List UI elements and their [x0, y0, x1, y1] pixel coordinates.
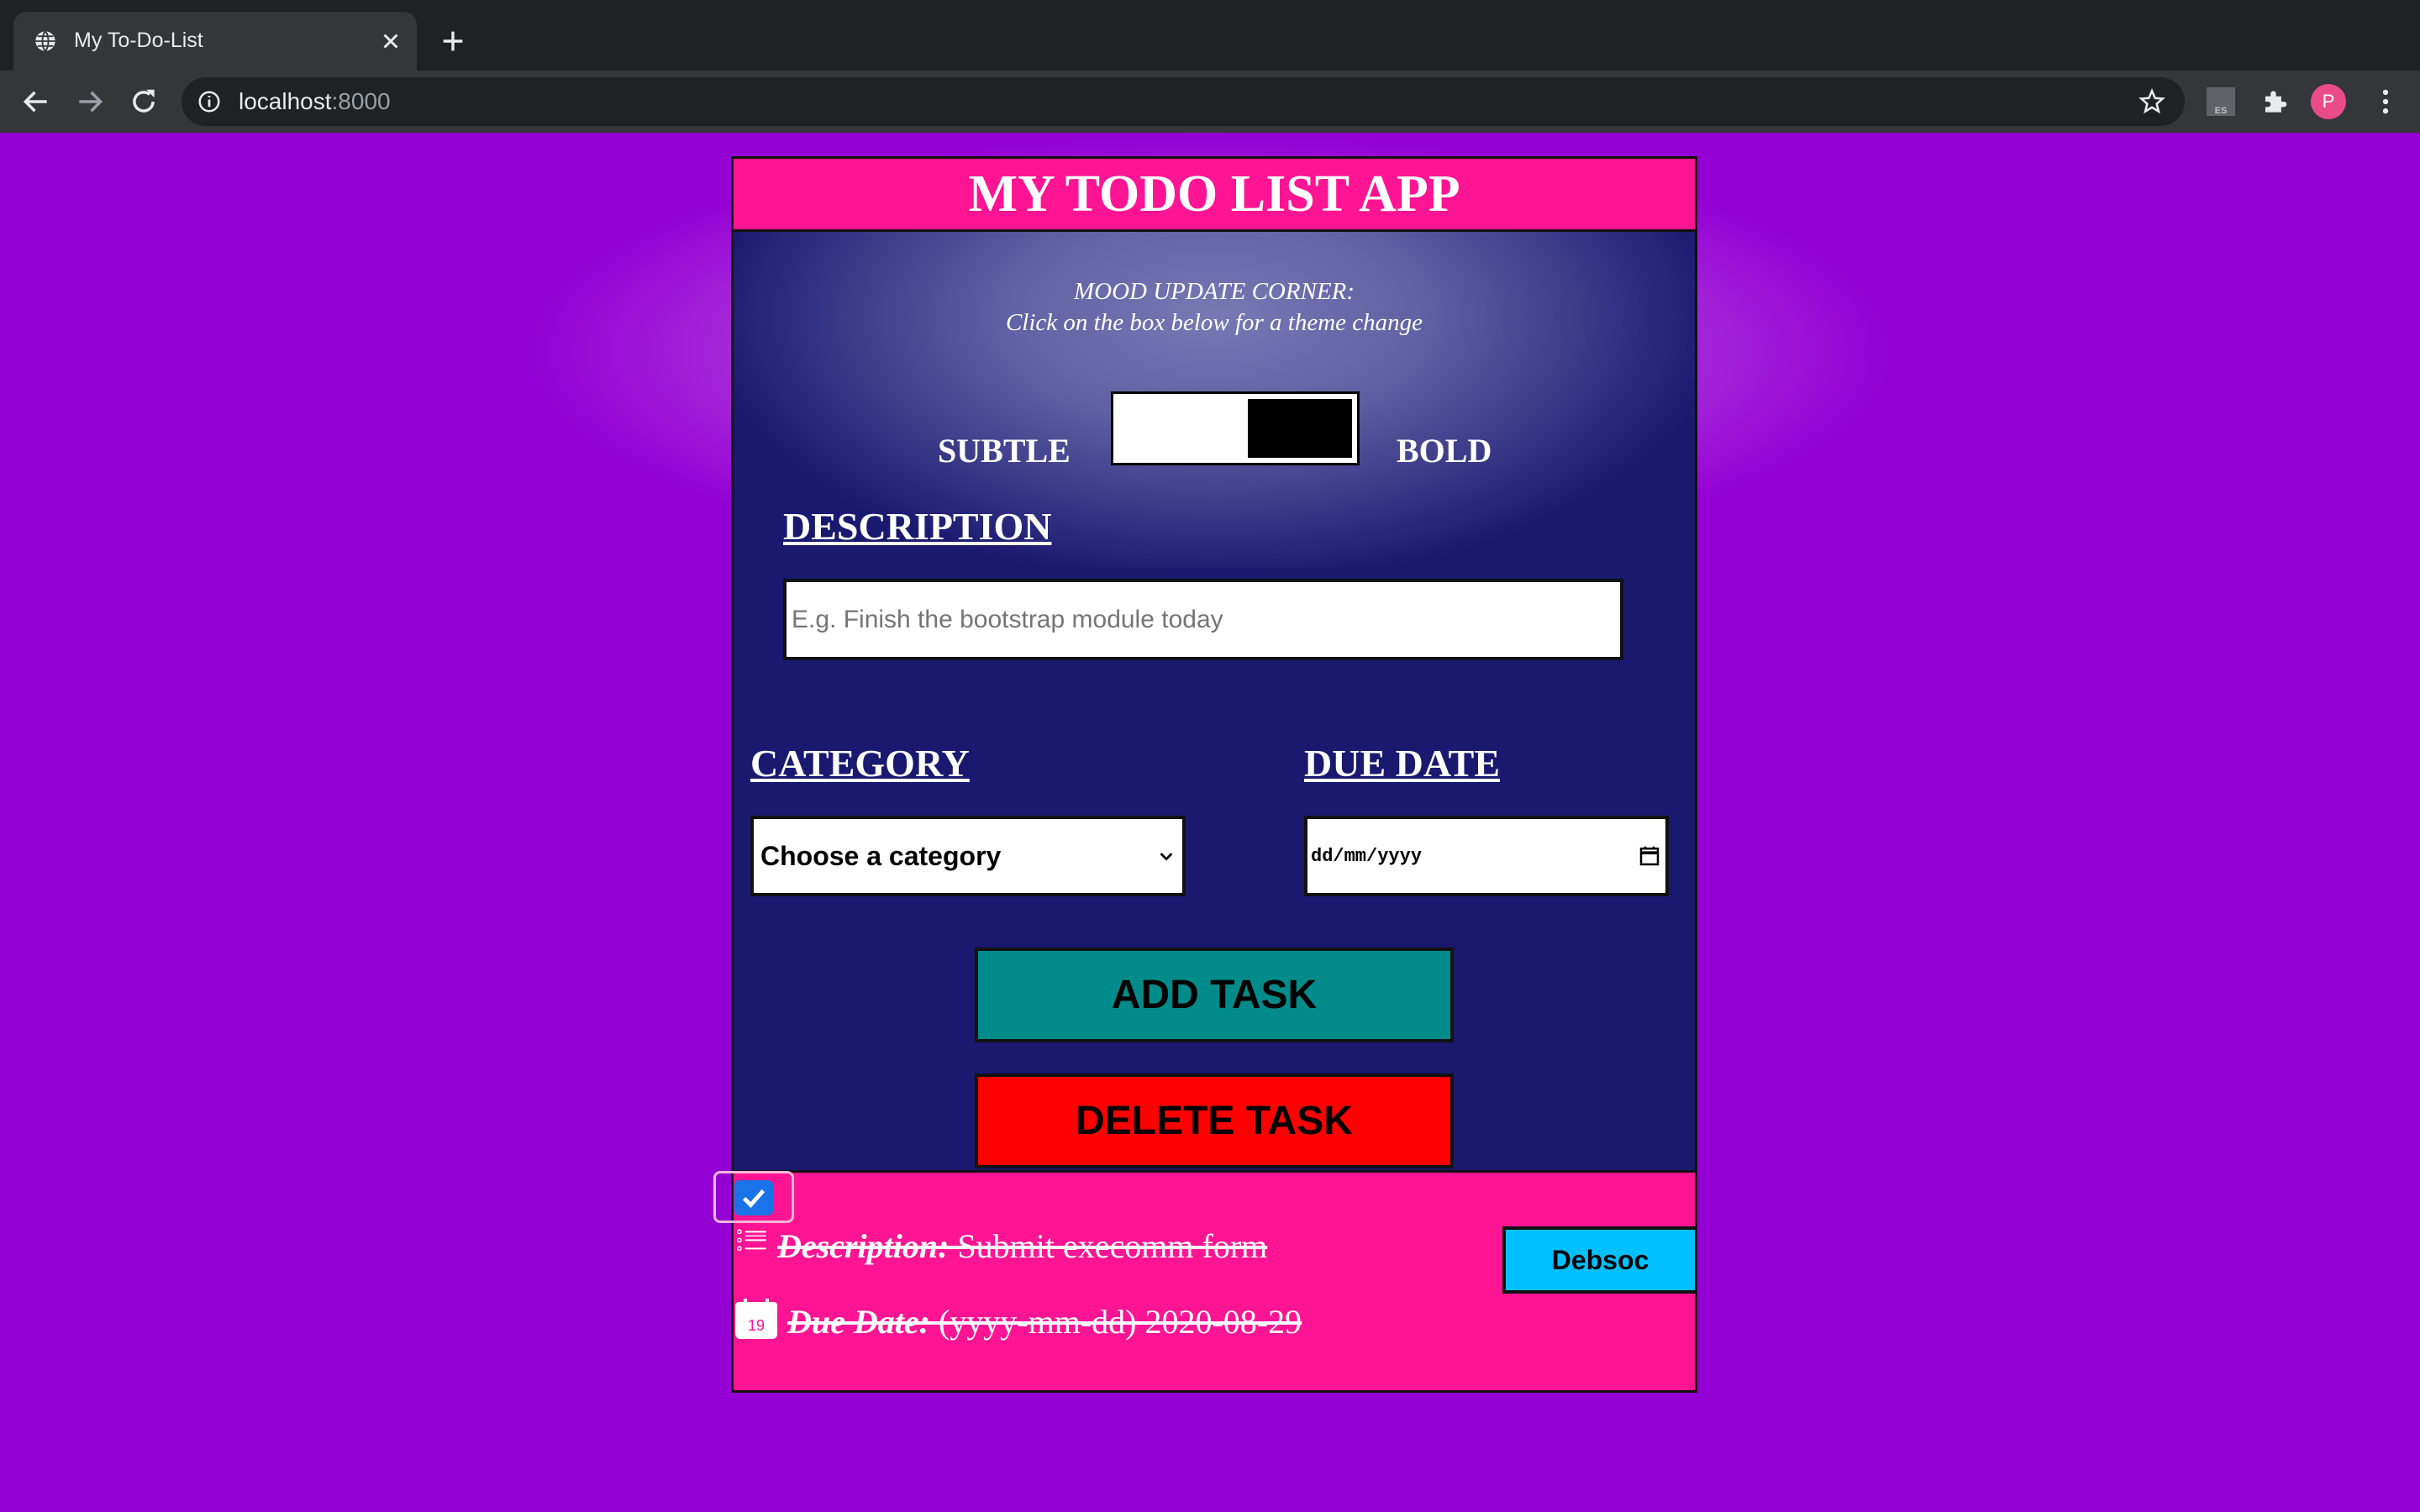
- browser-tab-strip: My To-Do-List: [0, 0, 2420, 71]
- description-input[interactable]: [783, 579, 1623, 660]
- list-icon: [737, 1229, 766, 1252]
- delete-task-button[interactable]: DELETE TASK: [975, 1074, 1454, 1168]
- task-category-badge: Debsoc: [1502, 1226, 1695, 1294]
- due-date-placeholder: dd/mm/yyyy: [1311, 845, 1423, 867]
- calendar-day-number: 19: [748, 1317, 765, 1334]
- toggle-knob[interactable]: [1248, 399, 1352, 458]
- task-due-label: Due Date:: [787, 1303, 930, 1341]
- tab-title: My To-Do-List: [74, 29, 203, 52]
- task-description-value: Submit execomm form: [957, 1227, 1268, 1265]
- calendar-picker-icon[interactable]: [1637, 843, 1662, 869]
- star-icon[interactable]: [2138, 87, 2166, 116]
- info-icon[interactable]: [197, 89, 222, 114]
- theme-subtle-label: SUBTLE: [938, 432, 1071, 470]
- mood-title: MOOD UPDATE CORNER:: [1074, 278, 1355, 305]
- browser-toolbar: localhost:8000 ES P: [0, 71, 2420, 133]
- task-checkbox-focus-ring[interactable]: [713, 1171, 794, 1223]
- checkmark-icon: [742, 1189, 765, 1209]
- globe-icon: [35, 30, 55, 52]
- category-select[interactable]: Choose a category: [750, 816, 1186, 896]
- category-selected-value: Choose a category: [760, 840, 1002, 871]
- kebab-menu-icon[interactable]: [2370, 86, 2402, 118]
- reload-icon[interactable]: [128, 86, 160, 118]
- back-icon[interactable]: [20, 86, 52, 118]
- mood-update-text: MOOD UPDATE CORNER: Click on the box bel…: [734, 276, 1695, 339]
- task-list: Description: Submit execomm form 19 Due …: [713, 1171, 1695, 1390]
- address-bar[interactable]: localhost:8000: [182, 77, 2185, 126]
- url-text: localhost:8000: [239, 88, 391, 114]
- app-title: MY TODO LIST APP: [968, 165, 1460, 223]
- theme-toggle[interactable]: [1111, 391, 1360, 465]
- task-due-value: (yyyy-mm-dd) 2020-08-29: [938, 1303, 1302, 1341]
- task-description: Description: Submit execomm form: [777, 1226, 1267, 1266]
- task-form-panel: MOOD UPDATE CORNER: Click on the box bel…: [734, 232, 1695, 1173]
- forward-icon[interactable]: [74, 86, 106, 118]
- close-icon[interactable]: [378, 29, 403, 54]
- task-description-label: Description:: [777, 1227, 950, 1265]
- theme-bold-label: BOLD: [1397, 432, 1492, 470]
- extension-es-icon[interactable]: ES: [2207, 87, 2235, 116]
- profile-avatar[interactable]: P: [2311, 84, 2346, 119]
- calendar-icon: 19: [735, 1299, 777, 1339]
- due-date-heading: DUE DATE: [1304, 742, 1501, 785]
- task-checkbox[interactable]: [734, 1180, 773, 1215]
- due-date-input[interactable]: dd/mm/yyyy: [1304, 816, 1669, 896]
- page-viewport: MY TODO LIST APP MOOD UPDATE CORNER: Cli…: [0, 133, 2420, 1512]
- mood-instruction: Click on the box below for a theme chang…: [1005, 309, 1423, 336]
- todo-app-container: MY TODO LIST APP MOOD UPDATE CORNER: Cli…: [713, 156, 1697, 1393]
- plus-icon[interactable]: [439, 27, 467, 55]
- browser-tab[interactable]: My To-Do-List: [13, 12, 417, 71]
- category-heading: CATEGORY: [750, 742, 970, 785]
- task-due-date: Due Date: (yyyy-mm-dd) 2020-08-29: [787, 1302, 1302, 1341]
- description-heading: DESCRIPTION: [783, 505, 1052, 548]
- puzzle-icon[interactable]: [2259, 86, 2291, 118]
- app-header: MY TODO LIST APP: [734, 159, 1695, 232]
- chevron-down-icon: [1160, 853, 1173, 861]
- add-task-button[interactable]: ADD TASK: [975, 948, 1454, 1042]
